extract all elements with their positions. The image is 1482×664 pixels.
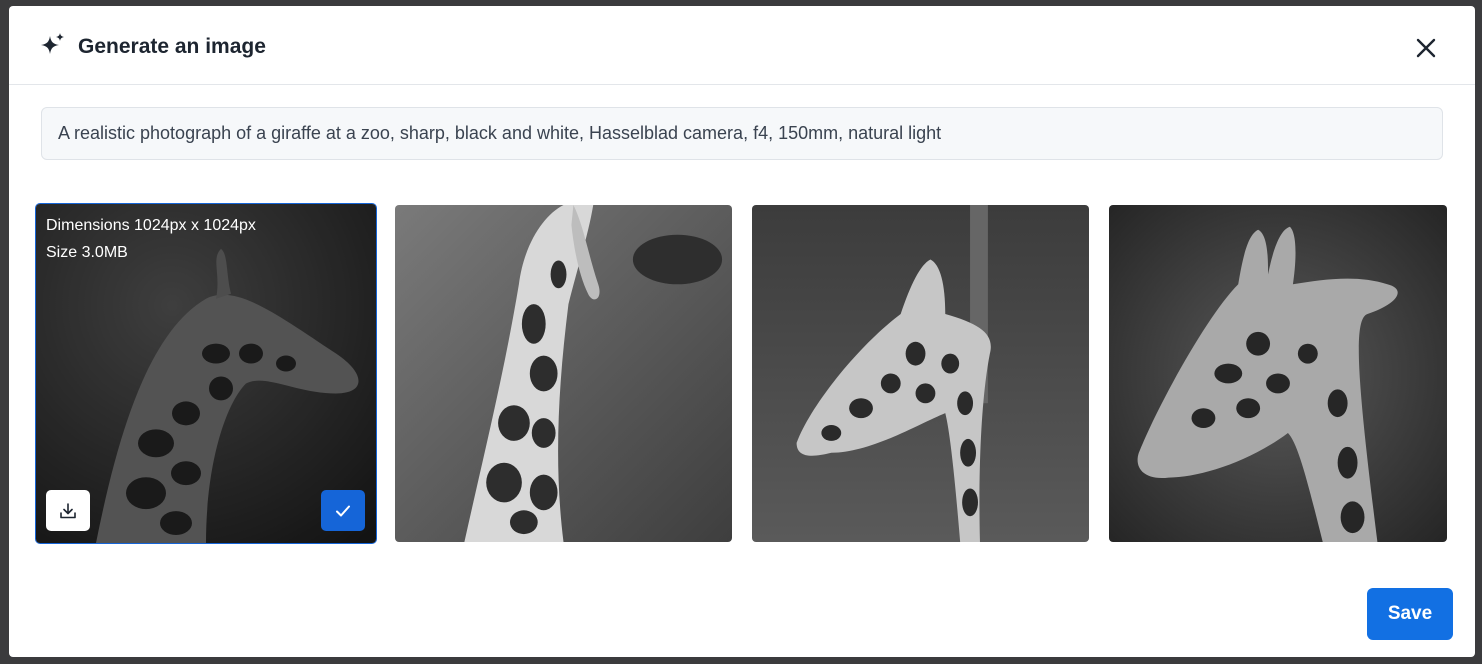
generated-image [752, 205, 1089, 542]
image-option-1[interactable]: Dimensions 1024px x 1024px Size 3.0MB [35, 203, 377, 544]
download-icon [60, 502, 76, 518]
download-button[interactable] [46, 490, 90, 531]
close-button[interactable] [1409, 31, 1443, 65]
sparkle-icon [41, 33, 64, 54]
selected-checkbox[interactable] [321, 490, 365, 531]
image-size: Size 3.0MB [46, 244, 128, 261]
image-option-2[interactable] [395, 205, 732, 542]
save-button[interactable]: Save [1367, 588, 1453, 640]
image-option-4[interactable] [1109, 205, 1447, 542]
image-option-3[interactable] [752, 205, 1089, 542]
generated-image [1109, 205, 1447, 542]
prompt-input[interactable]: A realistic photograph of a giraffe at a… [41, 107, 1443, 160]
dialog-header: Generate an image [9, 6, 1475, 85]
dialog-title: Generate an image [78, 35, 266, 58]
check-icon [336, 505, 350, 516]
generate-image-dialog: Generate an image A realistic photograph… [9, 6, 1475, 657]
image-dimensions: Dimensions 1024px x 1024px [46, 217, 256, 234]
generated-image [395, 205, 732, 542]
close-icon [1416, 38, 1436, 58]
